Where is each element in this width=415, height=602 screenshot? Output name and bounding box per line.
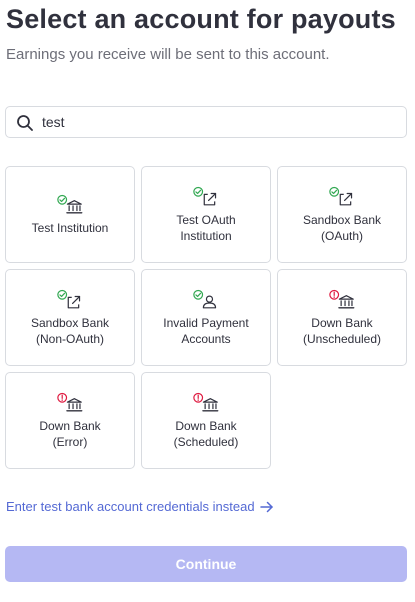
search-input[interactable]: [42, 107, 392, 137]
check-circle-icon: [193, 289, 204, 300]
arrow-right-icon: [259, 501, 273, 512]
user-icon: [193, 289, 217, 309]
check-circle-icon: [57, 194, 68, 205]
institution-label: Test Institution: [31, 221, 109, 235]
check-circle-icon: [193, 186, 204, 197]
error-icon: [57, 392, 68, 403]
institution-tile[interactable]: Down Bank (Scheduled): [141, 372, 271, 469]
institution-label: Down Bank (Scheduled): [173, 419, 239, 449]
error-icon: [329, 289, 340, 300]
bank-icon: [57, 392, 83, 412]
manual-entry-link[interactable]: Enter test bank account credentials inst…: [6, 499, 274, 514]
bank-icon: [193, 392, 219, 412]
search-icon: [17, 115, 33, 131]
external-link-icon: [193, 186, 217, 206]
institution-tile[interactable]: Down Bank (Error): [5, 372, 135, 469]
institution-tile[interactable]: Down Bank (Unscheduled): [277, 269, 407, 366]
institution-tile[interactable]: Sandbox Bank (Non-OAuth): [5, 269, 135, 366]
page-subtitle: Earnings you receive will be sent to thi…: [6, 46, 330, 63]
continue-button[interactable]: Continue: [5, 546, 407, 582]
institution-label: Down Bank (Unscheduled): [302, 316, 382, 346]
institution-label: Down Bank (Error): [39, 419, 101, 449]
institution-label: Sandbox Bank (Non-OAuth): [30, 316, 110, 346]
institution-tile[interactable]: Sandbox Bank (OAuth): [277, 166, 407, 263]
bank-icon: [57, 194, 83, 214]
external-link-icon: [329, 186, 353, 206]
check-circle-icon: [57, 289, 68, 300]
search-field[interactable]: [5, 106, 407, 138]
institution-label: Test OAuth Institution: [176, 213, 236, 243]
bank-icon: [329, 289, 355, 309]
institution-label: Sandbox Bank (OAuth): [302, 213, 382, 243]
institution-tile[interactable]: Test Institution: [5, 166, 135, 263]
institution-tile[interactable]: Invalid Payment Accounts: [141, 269, 271, 366]
manual-entry-link-label: Enter test bank account credentials inst…: [6, 499, 255, 514]
check-circle-icon: [329, 186, 340, 197]
institution-label: Invalid Payment Accounts: [163, 316, 249, 346]
institution-grid: Test Institution Test OAuth Institution Sa…: [5, 166, 407, 469]
institution-tile[interactable]: Test OAuth Institution: [141, 166, 271, 263]
page-title: Select an account for payouts: [6, 4, 396, 34]
error-icon: [193, 392, 204, 403]
external-link-icon: [57, 289, 81, 309]
